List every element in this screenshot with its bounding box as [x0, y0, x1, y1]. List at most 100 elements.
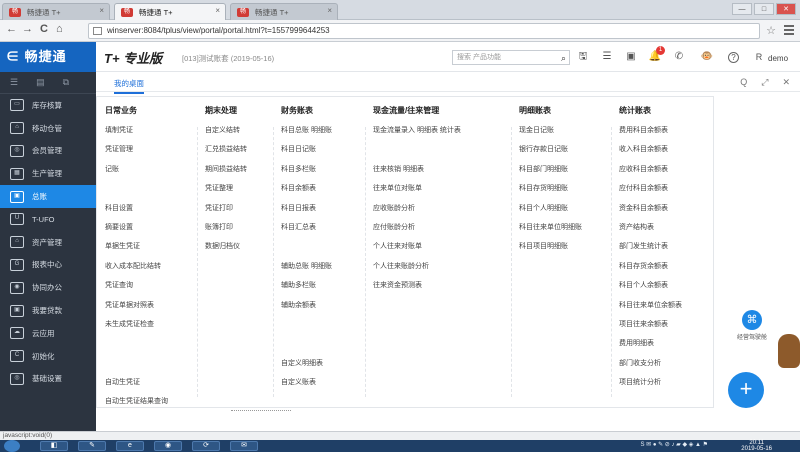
search-icon[interactable]: ⌕ — [561, 52, 566, 65]
menu-link[interactable]: 辅助总账 明细账 — [281, 261, 332, 280]
menu-link[interactable]: 自动生凭证结果查询 — [105, 396, 168, 415]
menu-link[interactable]: 科目存货明细账 — [519, 183, 582, 202]
menu-link[interactable]: 科目个人明细账 — [519, 203, 582, 222]
close-window-button[interactable]: ✕ — [776, 3, 796, 15]
minimize-button[interactable]: — — [732, 3, 752, 15]
maximize-button[interactable]: □ — [754, 3, 774, 15]
url-input[interactable]: winserver:8084/tplus/view/portal/portal.… — [88, 23, 760, 39]
menu-link[interactable]: 凭证单据对照表 — [105, 300, 168, 319]
panel-scroll-indicator[interactable] — [231, 410, 291, 414]
expand-icon[interactable]: ⤢ — [761, 77, 768, 88]
menu-link[interactable]: 数据归档仪 — [205, 241, 247, 260]
menu-link[interactable]: 自动生凭证 — [105, 377, 168, 396]
back-button[interactable]: ← — [6, 23, 17, 35]
menu-link[interactable]: 凭证打印 — [205, 203, 247, 222]
help-icon[interactable]: ? — [728, 52, 739, 63]
sidebar-item[interactable]: ☁ 云应用 — [0, 322, 96, 345]
menu-link[interactable]: 部门收支分析 — [619, 358, 682, 377]
menu-link[interactable]: 辅助多栏账 — [281, 280, 332, 299]
menu-link[interactable]: 项目往来余额表 — [619, 319, 682, 338]
close-tab-icon[interactable]: × — [215, 6, 220, 15]
menu-link[interactable]: 资产结构表 — [619, 222, 682, 241]
menu-link[interactable]: 科目往来单位余额表 — [619, 300, 682, 319]
menu-link[interactable]: 科目汇总表 — [281, 222, 332, 241]
menu-link[interactable]: 科目设置 — [105, 203, 168, 222]
browser-tab-2[interactable]: 畅 畅捷通 T+ × — [114, 3, 226, 20]
menu-link[interactable]: 自定义账表 — [281, 377, 332, 396]
menu-link[interactable]: 科目往来单位明细账 — [519, 222, 582, 241]
menu-link[interactable]: 记账 — [105, 164, 168, 183]
monkey-mascot-icon[interactable] — [778, 334, 800, 368]
taskbar-app-icon[interactable]: ✎ — [78, 441, 106, 451]
home-button[interactable]: ⌂ — [56, 23, 63, 35]
close-tab-icon[interactable]: × — [99, 6, 104, 15]
sidebar-item[interactable]: ◎ 会员管理 — [0, 140, 96, 163]
menu-link[interactable]: 未生成凭证检查 — [105, 319, 168, 338]
business-cockpit[interactable]: ⌘ 经营驾驶舱 — [730, 310, 774, 341]
menu-link[interactable]: 应付科目余额表 — [619, 183, 682, 202]
sidebar-item[interactable]: G 报表中心 — [0, 254, 96, 277]
close-icon[interactable]: ✕ — [782, 77, 790, 88]
taskbar-app-icon[interactable]: ◉ — [154, 441, 182, 451]
start-button[interactable] — [4, 440, 20, 452]
menu-link[interactable]: 往来单位对账单 — [373, 183, 461, 202]
sidebar-item[interactable]: ▭ 库存核算 — [0, 94, 96, 117]
sidebar-item[interactable]: ◎ 基础设置 — [0, 368, 96, 391]
windows-icon[interactable]: ⧉ — [63, 77, 69, 88]
menu-link[interactable]: 凭证管理 — [105, 144, 168, 163]
account-info[interactable]: [013]测试账套 (2019-05-16) — [182, 53, 274, 64]
menu-link[interactable]: 现金日记账 — [519, 125, 582, 144]
menu-link[interactable]: 个人往来账龄分析 — [373, 261, 461, 280]
menu-link[interactable]: 填制凭证 — [105, 125, 168, 144]
menu-link[interactable]: 应收科目余额表 — [619, 164, 682, 183]
menu-link[interactable]: 期间损益结转 — [205, 164, 247, 183]
menu-link[interactable]: 汇兑损益结转 — [205, 144, 247, 163]
menu-link[interactable]: 部门发生统计表 — [619, 241, 682, 260]
search-icon[interactable]: Q — [740, 77, 747, 88]
menu-link[interactable]: 科目多栏账 — [281, 164, 332, 183]
sidebar-item[interactable]: U T-UFO — [0, 208, 96, 231]
menu-link[interactable]: 费用科目余额表 — [619, 125, 682, 144]
menu-link[interactable]: 科目项目明细账 — [519, 241, 582, 260]
taskbar-app-icon[interactable]: ◧ — [40, 441, 68, 451]
sidebar-item[interactable]: ◉ 协同办公 — [0, 276, 96, 299]
menu-link[interactable]: 科目个人余额表 — [619, 280, 682, 299]
sidebar-item[interactable]: C 初始化 — [0, 345, 96, 368]
list-icon[interactable]: ▤ — [36, 77, 45, 88]
menu-link[interactable]: 单据生凭证 — [105, 241, 168, 260]
close-tab-icon[interactable]: × — [327, 6, 332, 15]
browser-tab-1[interactable]: 畅 畅捷通 T+ × — [2, 3, 110, 20]
menu-link[interactable]: 应付账龄分析 — [373, 222, 461, 241]
menu-link[interactable]: 科目部门明细账 — [519, 164, 582, 183]
menu-link[interactable]: 收入科目余额表 — [619, 144, 682, 163]
menu-icon[interactable]: ☰ — [10, 77, 18, 88]
menu-link[interactable]: 自定义明细表 — [281, 358, 332, 377]
system-tray[interactable]: S ✉ ● ✎ ⊘ ♪ ▰ ◆ ◈ ▲ ⚑ — [640, 441, 708, 448]
phone-icon[interactable]: ✆ — [672, 50, 686, 64]
menu-link[interactable]: 个人往来对账单 — [373, 241, 461, 260]
menu-link[interactable]: 费用明细表 — [619, 338, 682, 357]
tab-my-desktop[interactable]: 我的桌面 — [114, 78, 144, 94]
reload-button[interactable]: C — [40, 23, 48, 35]
sidebar-item[interactable]: ⌂ 移动仓管 — [0, 117, 96, 140]
taskbar-app-icon[interactable]: ✉ — [230, 441, 258, 451]
bookmark-star-icon[interactable]: ☆ — [766, 24, 776, 37]
menu-link[interactable]: 辅助余额表 — [281, 300, 332, 319]
menu-link[interactable]: 科目余额表 — [281, 183, 332, 202]
taskbar-app-icon[interactable]: e — [116, 441, 144, 451]
menu-link[interactable]: 往来资金预测表 — [373, 280, 461, 299]
menu-link[interactable]: 项目统计分析 — [619, 377, 682, 396]
bell-icon[interactable]: 🔔 1 — [648, 46, 665, 64]
search-input[interactable]: 搜索 产品功能 ⌕ — [452, 50, 570, 65]
menu-link[interactable]: 凭证查询 — [105, 280, 168, 299]
menu-link[interactable]: 往来核销 明细表 — [373, 164, 461, 183]
menu-link[interactable]: 资金科目余额表 — [619, 203, 682, 222]
clock[interactable]: 20:11 2019-05-16 — [741, 440, 772, 452]
menu-link[interactable]: 摘要设置 — [105, 222, 168, 241]
sidebar-item[interactable]: ⌂ 资产管理 — [0, 231, 96, 254]
menu-link[interactable]: 科目总账 明细账 — [281, 125, 332, 144]
sidebar-item[interactable]: ▣ 我要贷款 — [0, 299, 96, 322]
menu-link[interactable]: 自定义结转 — [205, 125, 247, 144]
mascot-icon[interactable]: 🐵 — [700, 50, 714, 64]
menu-link[interactable]: 凭证整理 — [205, 183, 247, 202]
